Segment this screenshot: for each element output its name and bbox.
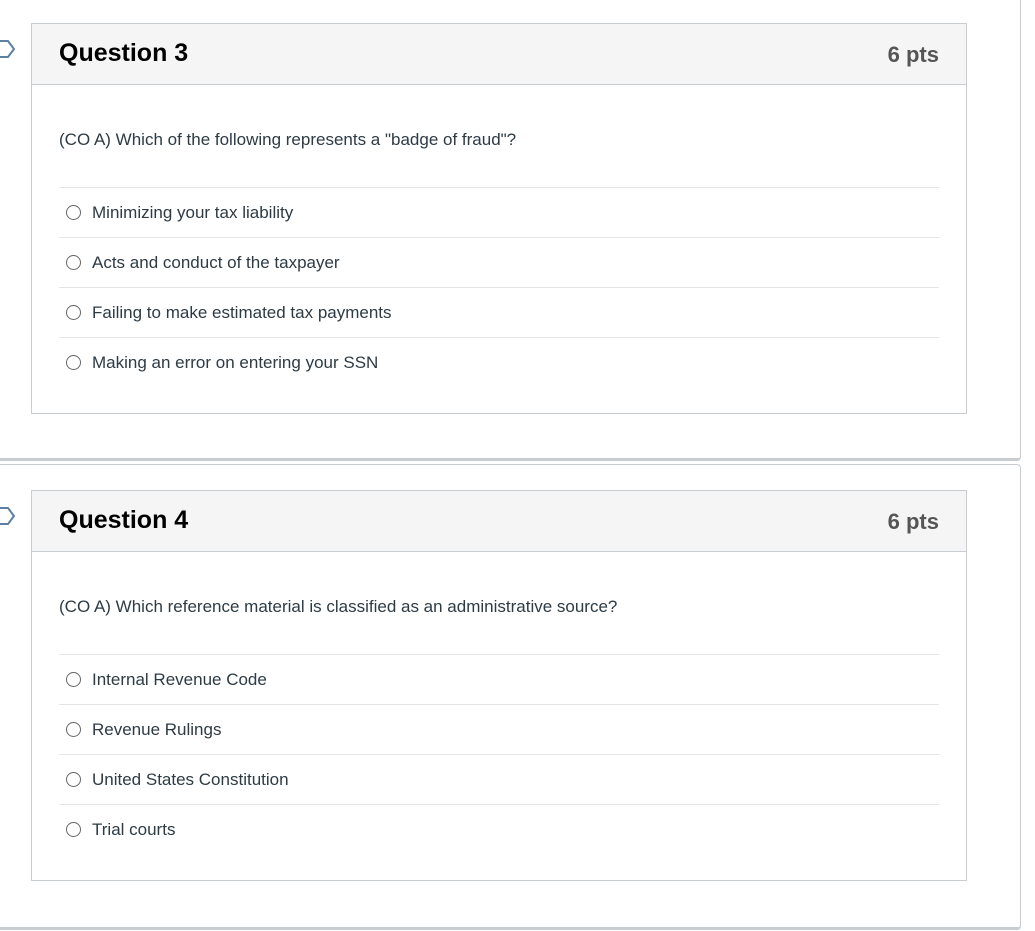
answer-label: Revenue Rulings (92, 719, 222, 739)
question-3-header: Question 3 6 pts (32, 24, 966, 85)
answer-label: Minimizing your tax liability (92, 202, 294, 222)
question-text: (CO A) Which reference material is class… (59, 597, 618, 616)
answer-option[interactable]: United States Constitution (59, 754, 939, 804)
flag-question-icon[interactable] (0, 40, 16, 58)
answer-option[interactable]: Acts and conduct of the taxpayer (59, 237, 939, 287)
answer-label: Trial courts (92, 819, 176, 839)
radio-unselected-icon[interactable] (66, 355, 81, 370)
question-4-panel: Question 4 6 pts (CO A) Which reference … (0, 464, 1021, 930)
radio-unselected-icon[interactable] (66, 672, 81, 687)
answer-option[interactable]: Trial courts (59, 804, 939, 854)
answer-label: Making an error on entering your SSN (92, 352, 379, 372)
radio-unselected-icon[interactable] (66, 205, 81, 220)
question-3-card: Question 3 6 pts (CO A) Which of the fol… (31, 23, 967, 414)
question-4-card: Question 4 6 pts (CO A) Which reference … (31, 490, 967, 881)
answer-label: United States Constitution (92, 769, 289, 789)
radio-unselected-icon[interactable] (66, 722, 81, 737)
question-title: Question 3 (59, 39, 189, 67)
answer-option[interactable]: Internal Revenue Code (59, 654, 939, 704)
question-points: 6 pts (887, 509, 939, 534)
answer-option[interactable]: Failing to make estimated tax payments (59, 287, 939, 337)
radio-unselected-icon[interactable] (66, 772, 81, 787)
answer-option[interactable]: Minimizing your tax liability (59, 187, 939, 237)
answer-label: Internal Revenue Code (92, 669, 267, 689)
question-points: 6 pts (887, 42, 939, 67)
radio-unselected-icon[interactable] (66, 822, 81, 837)
answer-list: Minimizing your tax liability Acts and c… (59, 187, 939, 387)
answer-list: Internal Revenue Code Revenue Rulings Un… (59, 654, 939, 854)
question-title: Question 4 (59, 506, 189, 534)
answer-label: Failing to make estimated tax payments (92, 302, 392, 322)
answer-option[interactable]: Revenue Rulings (59, 704, 939, 754)
answer-label: Acts and conduct of the taxpayer (92, 252, 340, 272)
flag-question-icon[interactable] (0, 507, 16, 525)
question-3-panel: Question 3 6 pts (CO A) Which of the fol… (0, 0, 1021, 461)
question-4-header: Question 4 6 pts (32, 491, 966, 552)
question-text: (CO A) Which of the following represents… (59, 130, 517, 149)
radio-unselected-icon[interactable] (66, 255, 81, 270)
radio-unselected-icon[interactable] (66, 305, 81, 320)
answer-option[interactable]: Making an error on entering your SSN (59, 337, 939, 387)
